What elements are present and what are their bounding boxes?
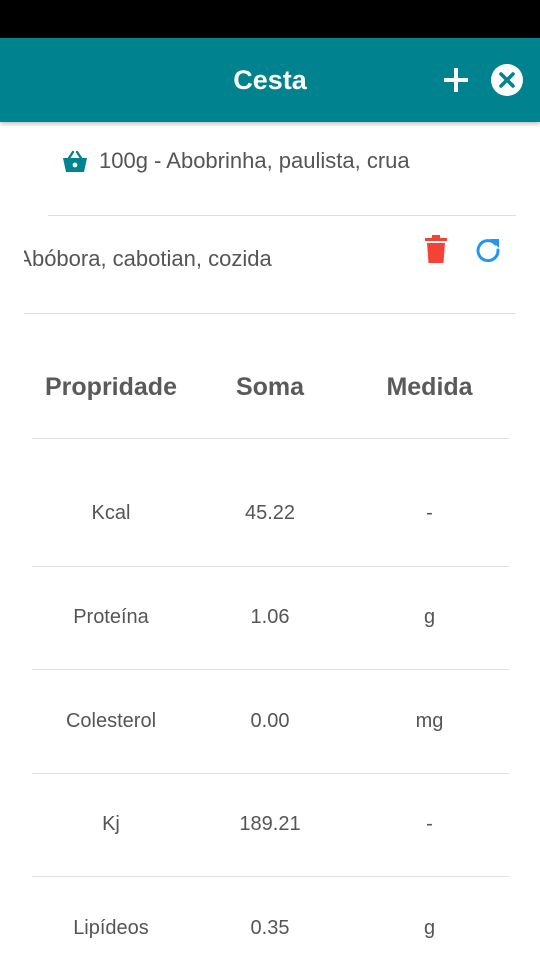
cell-sum: 45.22 (190, 438, 350, 566)
refresh-icon (474, 236, 502, 264)
add-button[interactable] (440, 64, 472, 96)
column-header-unit: Medida (350, 338, 509, 438)
cell-sum: 0.00 (190, 670, 350, 774)
restore-button[interactable] (474, 236, 502, 264)
basket-icon (62, 149, 88, 173)
cell-property: Kj (32, 773, 190, 877)
cell-property: Colesterol (32, 670, 190, 774)
table-header-row: Propridade Soma Medida (32, 338, 509, 438)
basket-item-swiped[interactable]: 100g - Abóbora, cabotian, cozida (24, 216, 516, 314)
cell-property: Proteína (32, 566, 190, 670)
cell-unit: - (350, 438, 509, 566)
trash-icon (424, 234, 448, 264)
cell-unit: - (350, 773, 509, 877)
table-row: Kcal 45.22 - (32, 438, 509, 566)
nutrition-table: Propridade Soma Medida Kcal 45.22 - Prot… (32, 338, 509, 980)
plus-icon (440, 64, 472, 96)
table-row: Lipídeos 0.35 g (32, 877, 509, 980)
basket-item[interactable]: 100g - Abobrinha, paulista, crua (48, 122, 516, 216)
cell-unit: g (350, 566, 509, 670)
cell-unit: g (350, 877, 509, 980)
close-button[interactable] (490, 63, 524, 97)
basket-item-label: 100g - Abobrinha, paulista, crua (99, 148, 410, 174)
cell-property: Lipídeos (32, 877, 190, 980)
cell-property: Kcal (32, 438, 190, 566)
cell-unit: mg (350, 670, 509, 774)
status-bar (0, 0, 540, 38)
app-bar: Cesta (0, 38, 540, 122)
cell-sum: 1.06 (190, 566, 350, 670)
column-header-property: Propridade (32, 338, 190, 438)
delete-button[interactable] (424, 234, 448, 264)
table-row: Proteína 1.06 g (32, 566, 509, 670)
table-row: Colesterol 0.00 mg (32, 670, 509, 774)
table-row: Kj 189.21 - (32, 773, 509, 877)
basket-item-label: 100g - Abóbora, cabotian, cozida (24, 246, 272, 272)
cell-sum: 189.21 (190, 773, 350, 877)
cell-sum: 0.35 (190, 877, 350, 980)
column-header-sum: Soma (190, 338, 350, 438)
close-circle-icon (490, 63, 524, 97)
